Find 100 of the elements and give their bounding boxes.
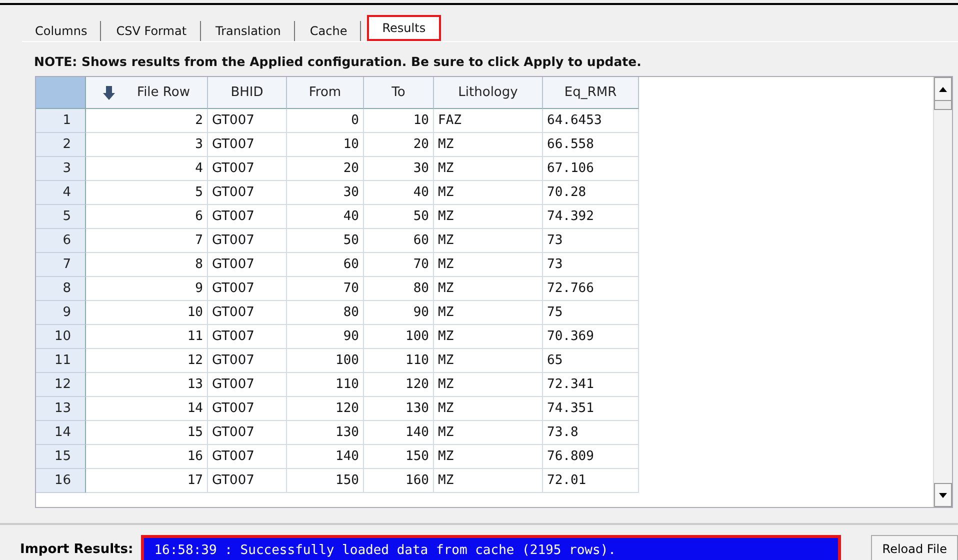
row-header[interactable]: 2: [36, 133, 86, 157]
table-cell: 6: [86, 205, 208, 229]
table-cell: 50: [287, 229, 364, 253]
table-cell: 17: [86, 469, 208, 493]
table-cell: GT007: [208, 157, 287, 181]
table-cell: 13: [86, 373, 208, 397]
column-header[interactable]: File Row: [86, 77, 208, 109]
table-cell: MZ: [434, 373, 543, 397]
column-header[interactable]: To: [364, 77, 434, 109]
table-cell: GT007: [208, 229, 287, 253]
row-header[interactable]: 10: [36, 325, 86, 349]
table-cell: MZ: [434, 229, 543, 253]
table-cell: MZ: [434, 445, 543, 469]
row-header[interactable]: 8: [36, 277, 86, 301]
table-cell: 67.106: [543, 157, 639, 181]
table-cell: 110: [287, 373, 364, 397]
table-cell: 150: [364, 445, 434, 469]
table-cell: 10: [364, 109, 434, 133]
table-cell: 70: [287, 277, 364, 301]
table-cell: FAZ: [434, 109, 543, 133]
table-cell: 20: [364, 133, 434, 157]
table-cell: MZ: [434, 469, 543, 493]
table-cell: GT007: [208, 325, 287, 349]
table-cell: GT007: [208, 205, 287, 229]
scroll-down-icon[interactable]: [939, 492, 947, 498]
column-label: File Row: [137, 85, 190, 100]
table-cell: 7: [86, 229, 208, 253]
table-cell: GT007: [208, 421, 287, 445]
table-cell: 9: [86, 277, 208, 301]
table-cell: 30: [287, 181, 364, 205]
table-cell: 130: [364, 397, 434, 421]
column-label: BHID: [230, 85, 264, 100]
column-label: Lithology: [458, 85, 518, 100]
table-cell: MZ: [434, 133, 543, 157]
table-cell: GT007: [208, 133, 287, 157]
table-cell: 150: [287, 469, 364, 493]
note-text: NOTE: Shows results from the Applied configuration. Be sure to click Apply to update.: [33, 53, 642, 71]
table-cell: MZ: [434, 421, 543, 445]
table-cell: GT007: [208, 349, 287, 373]
row-header[interactable]: 12: [36, 373, 86, 397]
table-cell: 80: [364, 277, 434, 301]
table-cell: 4: [86, 157, 208, 181]
row-header[interactable]: 7: [36, 253, 86, 277]
import-results-label: Import Results:: [20, 542, 134, 556]
table-cell: 70.28: [543, 181, 639, 205]
row-header[interactable]: 5: [36, 205, 86, 229]
table-cell: 60: [287, 253, 364, 277]
column-header[interactable]: Lithology: [434, 77, 543, 109]
row-header[interactable]: 15: [36, 445, 86, 469]
table-cell: 40: [364, 181, 434, 205]
row-header[interactable]: 13: [36, 397, 86, 421]
table-cell: 15: [86, 421, 208, 445]
table-cell: 11: [86, 325, 208, 349]
reload-file-button[interactable]: Reload File: [871, 535, 958, 560]
table-cell: MZ: [434, 181, 543, 205]
table-cell: MZ: [434, 253, 543, 277]
table-cell: 8: [86, 253, 208, 277]
table-cell: 65: [543, 349, 639, 373]
table-cell: 110: [364, 349, 434, 373]
table-cell: 130: [287, 421, 364, 445]
table-cell: 76.809: [543, 445, 639, 469]
table-cell: MZ: [434, 157, 543, 181]
table-cell: MZ: [434, 349, 543, 373]
row-header[interactable]: 9: [36, 301, 86, 325]
table-cell: 120: [364, 373, 434, 397]
table-cell: 120: [287, 397, 364, 421]
row-header[interactable]: 11: [36, 349, 86, 373]
table-cell: 90: [287, 325, 364, 349]
row-header[interactable]: 4: [36, 181, 86, 205]
sort-arrow-icon: [103, 86, 116, 100]
table-cell: 2: [86, 109, 208, 133]
table-cell: 30: [364, 157, 434, 181]
table-cell: GT007: [208, 397, 287, 421]
table-cell: 64.6453: [543, 109, 639, 133]
column-label: From: [308, 85, 342, 100]
scroll-thumb[interactable]: [934, 100, 952, 110]
table-cell: GT007: [208, 277, 287, 301]
grid-corner: [36, 77, 86, 109]
row-header[interactable]: 1: [36, 109, 86, 133]
column-header[interactable]: From: [287, 77, 364, 109]
table-cell: 74.392: [543, 205, 639, 229]
table-cell: GT007: [208, 181, 287, 205]
table-cell: 73: [543, 229, 639, 253]
row-header[interactable]: 14: [36, 421, 86, 445]
column-header[interactable]: Eq_RMR: [543, 77, 639, 109]
table-cell: 74.351: [543, 397, 639, 421]
row-header[interactable]: 6: [36, 229, 86, 253]
table-cell: 60: [364, 229, 434, 253]
column-header[interactable]: BHID: [208, 77, 287, 109]
table-cell: GT007: [208, 253, 287, 277]
table-cell: 100: [287, 349, 364, 373]
tab[interactable]: Results: [367, 15, 441, 41]
table-cell: 72.766: [543, 277, 639, 301]
row-header[interactable]: 16: [36, 469, 86, 493]
scrollbar[interactable]: [933, 77, 952, 507]
row-header[interactable]: 3: [36, 157, 86, 181]
table-cell: 73.8: [543, 421, 639, 445]
table-cell: 72.01: [543, 469, 639, 493]
scroll-up-icon[interactable]: [939, 86, 947, 92]
table-cell: 80: [287, 301, 364, 325]
